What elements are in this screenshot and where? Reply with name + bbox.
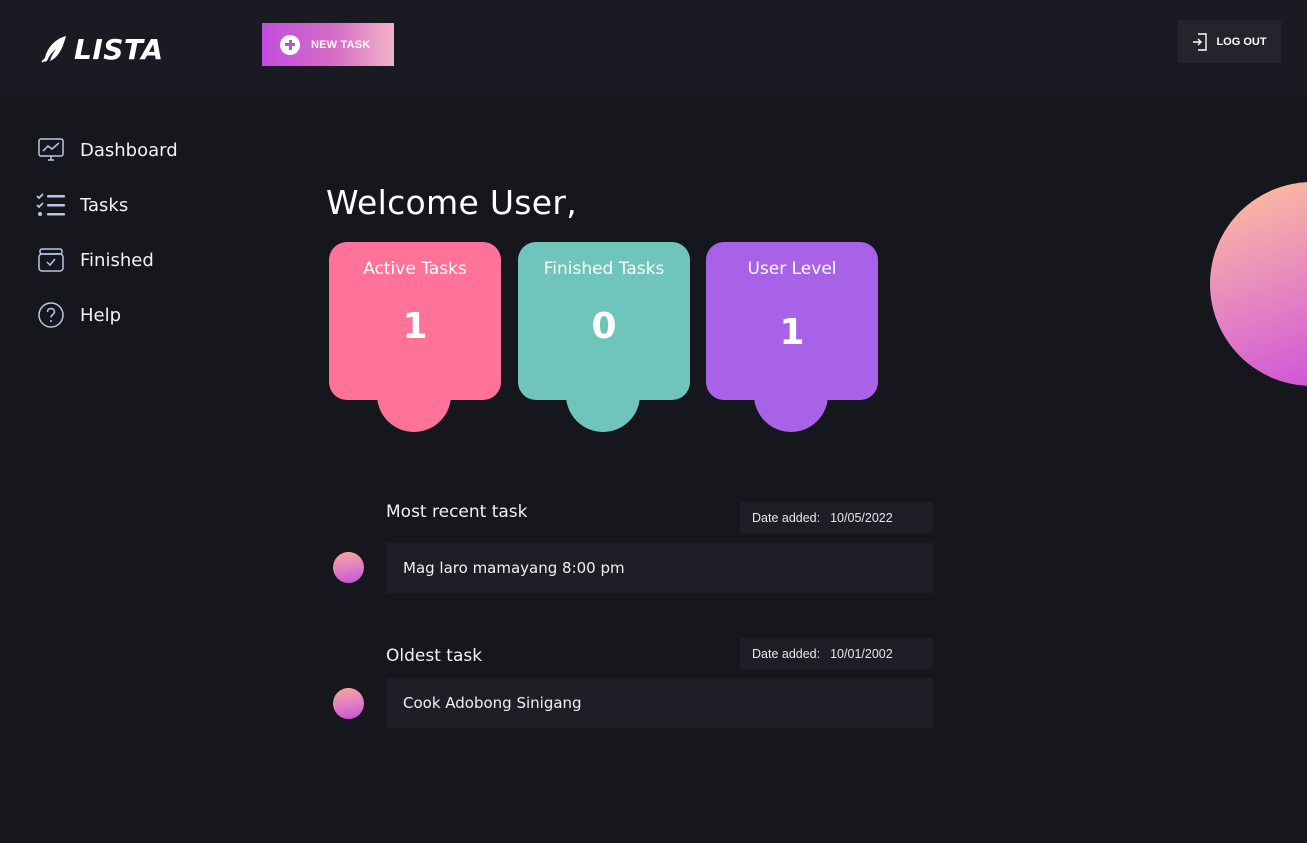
most-recent-task-title: Most recent task [386, 502, 528, 522]
logout-button[interactable]: LOG OUT [1178, 20, 1281, 63]
most-recent-task-item[interactable]: Mag laro mamayang 8:00 pm [386, 543, 933, 593]
sidebar-item-label: Tasks [80, 194, 129, 216]
task-text: Mag laro mamayang 8:00 pm [403, 559, 625, 577]
card-title: User Level [747, 259, 837, 279]
app-logo[interactable]: LISTA [40, 32, 164, 66]
date-added-label: Date added: [752, 646, 821, 661]
task-bullet-dot [333, 688, 364, 719]
date-added-label: Date added: [752, 510, 821, 525]
sidebar-nav: Dashboard Tasks Finished Help [36, 134, 236, 354]
card-value: 0 [591, 306, 617, 347]
feather-logo-icon [41, 36, 66, 63]
archive-box-icon [36, 245, 66, 275]
task-bullet-dot [333, 552, 364, 583]
oldest-date-box: Date added: 10/01/2002 [740, 638, 933, 669]
card-tab [377, 358, 451, 432]
date-added-value: 10/01/2002 [830, 646, 893, 661]
help-circle-icon [36, 300, 66, 330]
card-tab [754, 358, 828, 432]
sidebar-item-tasks[interactable]: Tasks [36, 189, 236, 221]
sidebar-item-help[interactable]: Help [36, 299, 236, 331]
user-level-card[interactable]: User Level 1 [706, 242, 878, 432]
most-recent-date-box: Date added: 10/05/2022 [740, 502, 933, 533]
top-bar: LISTA NEW TASK LOG OUT [0, 0, 1307, 96]
card-value: 1 [402, 306, 428, 347]
active-tasks-card[interactable]: Active Tasks 1 [329, 242, 501, 432]
card-value: 1 [779, 312, 805, 353]
logout-label: LOG OUT [1216, 35, 1267, 48]
app-root: LISTA NEW TASK LOG OUT Dashboard Tasks F… [0, 0, 1307, 843]
sidebar-item-dashboard[interactable]: Dashboard [36, 134, 236, 166]
logout-icon [1193, 32, 1208, 51]
dashboard-chart-icon [36, 135, 66, 165]
checklist-icon [36, 190, 66, 220]
card-tab [566, 358, 640, 432]
plus-circle-icon [280, 34, 300, 55]
oldest-task-title: Oldest task [386, 646, 483, 666]
sidebar-item-label: Dashboard [80, 139, 178, 161]
sidebar-item-finished[interactable]: Finished [36, 244, 236, 276]
task-text: Cook Adobong Sinigang [403, 694, 582, 712]
decorative-gradient-circle [1210, 182, 1307, 386]
sidebar-item-label: Help [80, 304, 122, 326]
oldest-task-item[interactable]: Cook Adobong Sinigang [386, 678, 933, 728]
date-added-value: 10/05/2022 [830, 510, 893, 525]
new-task-label: NEW TASK [311, 38, 371, 51]
card-title: Finished Tasks [543, 259, 665, 279]
app-logo-text: LISTA [74, 32, 164, 66]
finished-tasks-card[interactable]: Finished Tasks 0 [518, 242, 690, 432]
sidebar-item-label: Finished [80, 249, 154, 271]
new-task-button[interactable]: NEW TASK [262, 23, 394, 66]
welcome-heading: Welcome User, [326, 183, 578, 222]
card-title: Active Tasks [363, 259, 467, 279]
